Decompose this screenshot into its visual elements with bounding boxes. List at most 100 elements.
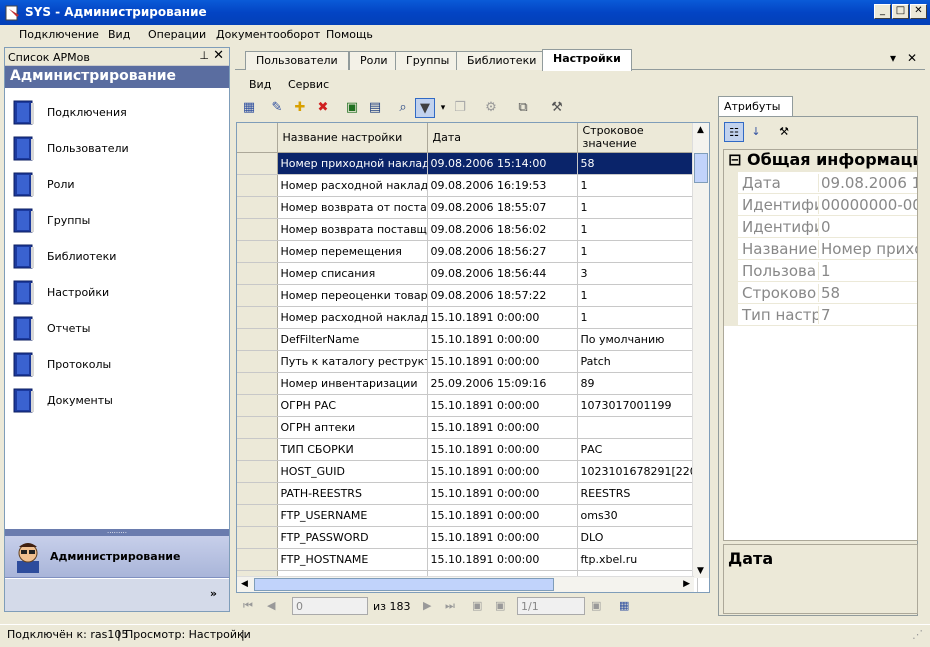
table-cell[interactable]: 09.08.2006 16:19:53 (427, 174, 578, 197)
property-value[interactable]: 00000000-000 (818, 196, 917, 214)
scroll-left-icon[interactable]: ◀ (241, 579, 248, 589)
vertical-scrollbar[interactable]: ▲ ▼ (692, 123, 709, 578)
arm-item-users[interactable]: Пользователи (12, 134, 222, 164)
tab-attributes[interactable]: Атрибуты (718, 96, 793, 116)
table-row[interactable]: HOST_GUID 15.10.1891 0:00:00 1023101678291… (237, 460, 698, 483)
sort-az-icon[interactable]: ↓ (746, 122, 766, 142)
table-row[interactable]: Номер инвентаризации 25.09.2006 15:09:16 8… (237, 372, 698, 395)
property-value[interactable]: Номер приход (818, 240, 917, 258)
scroll-up-icon[interactable]: ▲ (697, 125, 704, 135)
column-header[interactable]: Строковое значение (577, 123, 698, 153)
table-row[interactable]: Номер возврата поставщ... 09.08.2006 18:5… (237, 218, 698, 241)
row-header[interactable] (237, 504, 278, 527)
tab-libraries[interactable]: Библиотеки (456, 51, 548, 70)
delete-icon[interactable]: ✖ (313, 98, 333, 118)
table-cell[interactable]: 15.10.1891 0:00:00 (427, 306, 578, 329)
table-cell[interactable]: 09.08.2006 18:56:27 (427, 240, 578, 263)
arm-item-libraries[interactable]: Библиотеки (12, 242, 222, 272)
close-tab-icon[interactable]: ✕ (907, 51, 917, 65)
splitter-grip[interactable]: ......... (5, 528, 229, 536)
table-row[interactable]: FTP_HOSTNAME 15.10.1891 0:00:00 ftp.xbel.r… (237, 548, 698, 571)
arm-item-groups[interactable]: Группы (12, 206, 222, 236)
tab-groups[interactable]: Группы (395, 51, 461, 70)
table-cell[interactable]: oms30 (577, 504, 698, 527)
property-row[interactable]: Идентифи00000000-000 (724, 194, 917, 216)
table-cell[interactable]: Номер расходной наклад... (277, 174, 428, 197)
row-header[interactable] (237, 548, 278, 571)
property-row[interactable]: Дата 09.08.2006 15 (724, 172, 917, 194)
table-row[interactable]: DefFilterName 15.10.1891 0:00:00 По умолча… (237, 328, 698, 351)
add-icon[interactable]: ✚ (290, 98, 310, 118)
table-cell[interactable]: 1 (577, 284, 698, 307)
arm-item-documents[interactable]: Документы (12, 386, 222, 416)
table-cell[interactable] (577, 416, 698, 439)
property-value[interactable]: 58 (818, 284, 917, 302)
table-cell[interactable]: 1 (577, 240, 698, 263)
filter-icon[interactable]: ▼ (415, 98, 435, 118)
gear-icon[interactable]: ⚙ (481, 98, 501, 118)
tab-list-dropdown-icon[interactable]: ▾ (890, 51, 896, 65)
property-value[interactable]: 1 (818, 262, 917, 280)
table-cell[interactable]: 1 (577, 306, 698, 329)
next-record-icon[interactable]: ▶ (423, 599, 431, 612)
property-row[interactable]: Тип настр 7 (724, 304, 917, 326)
table-cell[interactable]: 1 (577, 196, 698, 219)
resize-grip-icon[interactable]: ⋰ (912, 628, 923, 641)
arm-item-settings[interactable]: Настройки (12, 278, 222, 308)
arm-item-connections[interactable]: Подключения (12, 98, 222, 128)
table-cell[interactable]: ОГРН РАС (277, 394, 428, 417)
table-cell[interactable]: Номер возврата от поста... (277, 196, 428, 219)
tab-users[interactable]: Пользователи (245, 51, 349, 70)
row-header[interactable] (237, 416, 278, 439)
last-record-icon[interactable]: ⏭ (445, 599, 455, 613)
table-cell[interactable]: 1073017001199 (577, 394, 698, 417)
page-icon[interactable]: ▣ (495, 599, 505, 612)
table-cell[interactable]: HOST_GUID (277, 460, 428, 483)
table-cell[interactable]: Номер расходной наклад... (277, 306, 428, 329)
table-row[interactable]: ОГРН аптеки 15.10.1891 0:00:00 (237, 416, 698, 439)
row-header[interactable] (237, 240, 278, 263)
row-header[interactable] (237, 526, 278, 549)
table-row[interactable]: Путь к каталогу реструкт... 15.10.1891 0:… (237, 350, 698, 373)
table-cell[interactable]: 1023101678291[220401 (577, 460, 698, 483)
scroll-down-icon[interactable]: ▼ (697, 566, 704, 576)
row-header[interactable] (237, 262, 278, 285)
tab-settings[interactable]: Настройки (542, 49, 632, 71)
module-button-admin[interactable]: Администрирование (5, 536, 229, 578)
record-position-input[interactable] (292, 597, 368, 615)
table-row[interactable]: Номер приходной наклад... 09.08.2006 15:1… (237, 152, 698, 175)
property-value[interactable]: 09.08.2006 15 (818, 174, 917, 192)
table-cell[interactable]: 15.10.1891 0:00:00 (427, 526, 578, 549)
table-cell[interactable]: Номер инвентаризации (277, 372, 428, 395)
table-cell[interactable]: DefFilterName (277, 328, 428, 351)
arm-item-reports[interactable]: Отчеты (12, 314, 222, 344)
table-cell[interactable]: 15.10.1891 0:00:00 (427, 416, 578, 439)
table-cell[interactable]: Номер списания (277, 262, 428, 285)
menu-operations[interactable]: Операции (148, 28, 206, 41)
table-row[interactable]: FTP_PASSWORD 15.10.1891 0:00:00 DLO (237, 526, 698, 549)
tab-roles[interactable]: Роли (349, 51, 399, 70)
table-row[interactable]: PATH-REESTRS 15.10.1891 0:00:00 REESTRS (237, 482, 698, 505)
save-icon[interactable]: ▣ (342, 98, 362, 118)
property-row[interactable]: Строково 58 (724, 282, 917, 304)
menu-docflow[interactable]: Документооборот (216, 28, 320, 41)
column-header[interactable]: Название настройки (277, 123, 428, 153)
table-cell[interactable]: PATH-REESTRS (277, 482, 428, 505)
grid-layout-icon[interactable]: ▦ (619, 599, 629, 612)
table-cell[interactable]: FTP_PASSWORD (277, 526, 428, 549)
table-cell[interactable]: ftp.xbel.ru (577, 548, 698, 571)
table-cell[interactable]: ТИП СБОРКИ (277, 438, 428, 461)
menu-connection[interactable]: Подключение (19, 28, 99, 41)
table-row[interactable]: ОГРН РАС 15.10.1891 0:00:00 1073017001199 (237, 394, 698, 417)
row-header[interactable] (237, 482, 278, 505)
row-header[interactable] (237, 218, 278, 241)
row-header[interactable] (237, 394, 278, 417)
grid-settings-icon[interactable]: ▦ (239, 98, 259, 118)
column-header[interactable]: Дата (427, 123, 578, 153)
property-row[interactable]: Пользова 1 (724, 260, 917, 282)
table-row[interactable]: ТИП СБОРКИ 15.10.1891 0:00:00 РАС (237, 438, 698, 461)
table-cell[interactable]: 15.10.1891 0:00:00 (427, 438, 578, 461)
horizontal-scrollbar[interactable]: ◀ ▶ (237, 576, 694, 592)
pin-icon[interactable]: ⊥ (199, 49, 209, 62)
property-row[interactable]: НазваниеНомер приход (724, 238, 917, 260)
